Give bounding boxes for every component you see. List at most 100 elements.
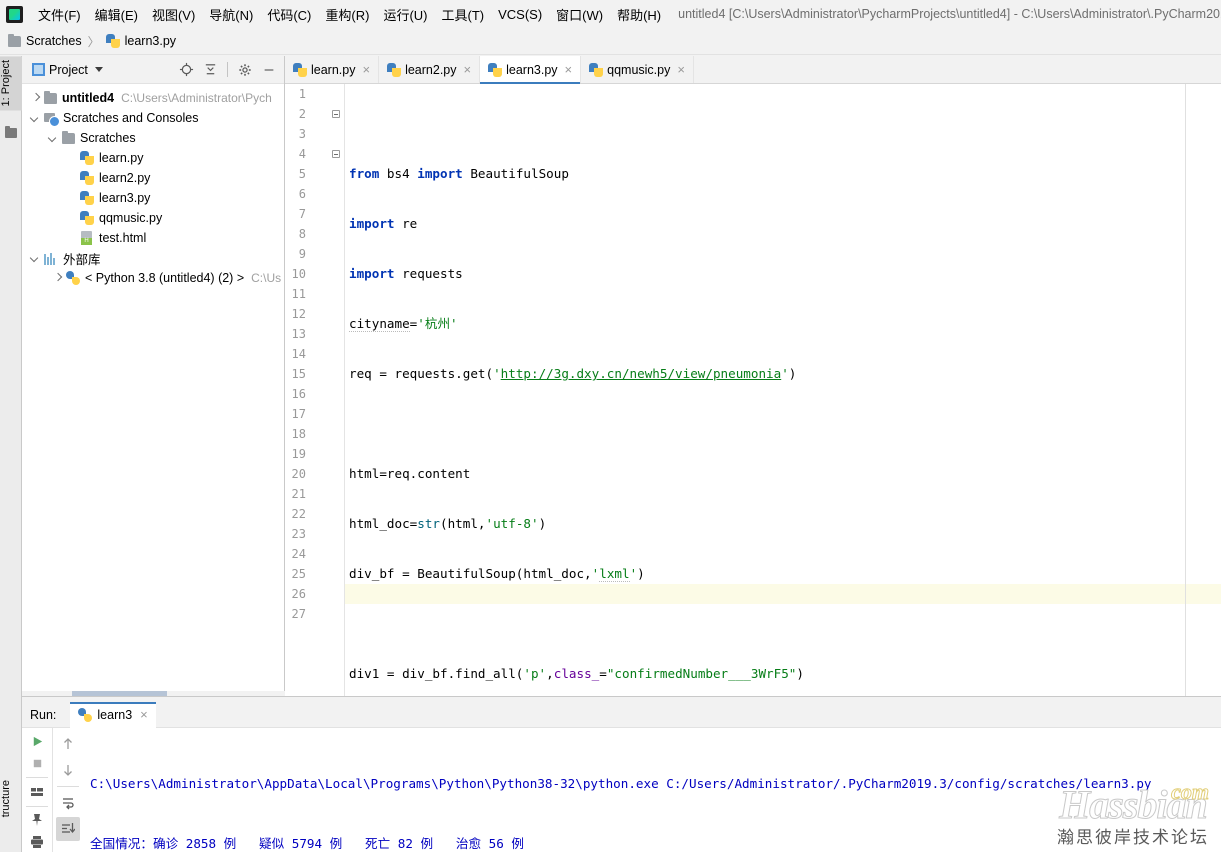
menu-navigate[interactable]: 导航(N) [202, 2, 260, 27]
panel-splitter[interactable] [22, 696, 1221, 697]
line-number: 3 [298, 127, 306, 141]
tree-item-label: Scratches [80, 131, 136, 145]
code-text[interactable]: from bs4 import BeautifulSoup import re … [345, 84, 1221, 696]
tree-item-label: learn.py [99, 151, 144, 165]
sidebar-item-structure[interactable]: tructure [0, 776, 22, 821]
tree-item-label: qqmusic.py [99, 211, 163, 225]
collapse-arrow-icon[interactable] [26, 114, 44, 123]
run-toolbar-left [22, 728, 52, 852]
line-number: 1 [298, 87, 306, 101]
folder-icon [44, 90, 57, 104]
breadcrumb-file-label: learn3.py [124, 34, 177, 48]
run-icon[interactable] [25, 732, 49, 752]
project-tree: untitled4 C:\Users\Administrator\Pych Sc… [22, 84, 284, 288]
code-line: html=req.content [349, 466, 471, 481]
tree-item-learn3-py[interactable]: learn3.py [22, 188, 284, 208]
close-icon[interactable]: × [464, 63, 472, 76]
collapse-arrow-icon[interactable] [26, 254, 44, 263]
run-panel: Run: learn3 × C:\Users\Administrator\App… [22, 701, 1221, 852]
pycharm-window: 文件(F) 编辑(E) 视图(V) 导航(N) 代码(C) 重构(R) 运行(U… [0, 0, 1221, 852]
line-number: 9 [298, 247, 306, 261]
pin-icon[interactable] [25, 811, 49, 831]
right-margin-guide [1185, 84, 1186, 696]
menu-vcs[interactable]: VCS(S) [491, 4, 549, 25]
menu-help[interactable]: 帮助(H) [610, 2, 668, 27]
code-editor-area[interactable]: 1 2 3 4 5 6 7 8 9 10 11 12 13 14 15 16 1… [285, 84, 1221, 696]
stop-icon[interactable] [25, 754, 49, 774]
tree-item-learn-py[interactable]: learn.py [22, 148, 284, 168]
sidebar-item-project[interactable]: 1: Project [0, 56, 22, 111]
run-tab-learn3[interactable]: learn3 × [70, 701, 157, 728]
soft-wrap-icon[interactable] [56, 791, 80, 815]
breadcrumb-folder[interactable]: Scratches [8, 33, 82, 48]
code-line: html_doc=str(html,'utf-8') [349, 516, 547, 531]
left-tool-strip: 1: Project tructure [0, 56, 22, 852]
code-line: req = requests.get('http://3g.dxy.cn/new… [349, 366, 797, 381]
tree-item-label: learn2.py [99, 171, 151, 185]
breadcrumb-separator: 〉 [87, 34, 100, 49]
breadcrumb-file[interactable]: learn3.py [105, 34, 177, 48]
toolbar-divider [227, 62, 228, 77]
console-line: C:\Users\Administrator\AppData\Local\Pro… [90, 776, 1152, 791]
tree-item-python-sdk[interactable]: < Python 3.8 (untitled4) (2) > C:\Us [22, 268, 284, 288]
chevron-down-icon[interactable] [94, 67, 103, 72]
down-arrow-icon[interactable] [56, 758, 80, 782]
tab-learn2-py[interactable]: learn2.py × [379, 56, 481, 83]
menu-file[interactable]: 文件(F) [31, 2, 88, 27]
tree-item-qqmusic-py[interactable]: qqmusic.py [22, 208, 284, 228]
expand-arrow-icon[interactable] [26, 94, 44, 103]
favorites-icon[interactable] [5, 126, 17, 138]
run-toolbar-right [52, 728, 82, 852]
tab-qqmusic-py[interactable]: qqmusic.py × [581, 56, 694, 83]
line-number: 19 [291, 447, 306, 461]
tree-item-path: C:\Us [251, 271, 282, 285]
python-run-icon [78, 707, 93, 722]
menu-tools[interactable]: 工具(T) [434, 2, 491, 27]
line-number: 5 [298, 167, 306, 181]
line-number: 18 [291, 427, 306, 441]
console-output[interactable]: C:\Users\Administrator\AppData\Local\Pro… [82, 728, 1221, 852]
code-line: cityname='杭州' [349, 316, 458, 332]
menu-run[interactable]: 运行(U) [376, 2, 434, 27]
menu-code[interactable]: 代码(C) [260, 2, 318, 27]
tree-item-external-libraries[interactable]: 外部库 [22, 248, 284, 268]
up-arrow-icon[interactable] [56, 732, 80, 756]
run-label: Run: [30, 707, 57, 722]
run-tab-label: learn3 [97, 707, 133, 722]
fold-marker-icon[interactable] [331, 104, 340, 124]
close-icon[interactable]: × [140, 707, 148, 722]
tree-item-learn2-py[interactable]: learn2.py [22, 168, 284, 188]
tree-item-test-html[interactable]: test.html [22, 228, 284, 248]
scroll-to-end-icon[interactable] [55, 817, 80, 841]
menu-edit[interactable]: 编辑(E) [88, 2, 145, 27]
html-file-icon [80, 231, 94, 245]
title-bar: 文件(F) 编辑(E) 视图(V) 导航(N) 代码(C) 重构(R) 运行(U… [0, 0, 1221, 28]
tree-item-label: 外部库 [63, 252, 101, 267]
code-line: import re [349, 216, 418, 231]
locate-icon[interactable] [175, 59, 197, 81]
tab-learn-py[interactable]: learn.py × [285, 56, 380, 83]
expand-arrow-icon[interactable] [48, 274, 66, 283]
tree-item-scratches[interactable]: Scratches [22, 128, 284, 148]
collapse-all-icon[interactable] [199, 59, 221, 81]
close-icon[interactable]: × [677, 63, 685, 76]
line-number-gutter[interactable]: 1 2 3 4 5 6 7 8 9 10 11 12 13 14 15 16 1… [285, 84, 345, 696]
fold-marker-icon[interactable] [331, 144, 340, 164]
tree-item-scratches-and-consoles[interactable]: Scratches and Consoles [22, 108, 284, 128]
close-icon[interactable]: × [362, 63, 370, 76]
layout-icon[interactable] [25, 782, 49, 802]
tree-item-label: learn3.py [99, 191, 151, 205]
tree-item-untitled4[interactable]: untitled4 C:\Users\Administrator\Pych [22, 88, 284, 108]
run-panel-header: Run: learn3 × [22, 701, 1221, 728]
toolbar-divider [26, 805, 48, 807]
minimize-icon[interactable] [258, 59, 280, 81]
collapse-arrow-icon[interactable] [44, 134, 62, 143]
tab-learn3-py[interactable]: learn3.py × [480, 56, 582, 84]
gear-icon[interactable] [234, 59, 256, 81]
menu-refactor[interactable]: 重构(R) [318, 2, 376, 27]
menu-window[interactable]: 窗口(W) [549, 2, 610, 27]
menu-view[interactable]: 视图(V) [145, 2, 202, 27]
print-icon[interactable] [25, 832, 49, 852]
close-icon[interactable]: × [565, 63, 573, 76]
